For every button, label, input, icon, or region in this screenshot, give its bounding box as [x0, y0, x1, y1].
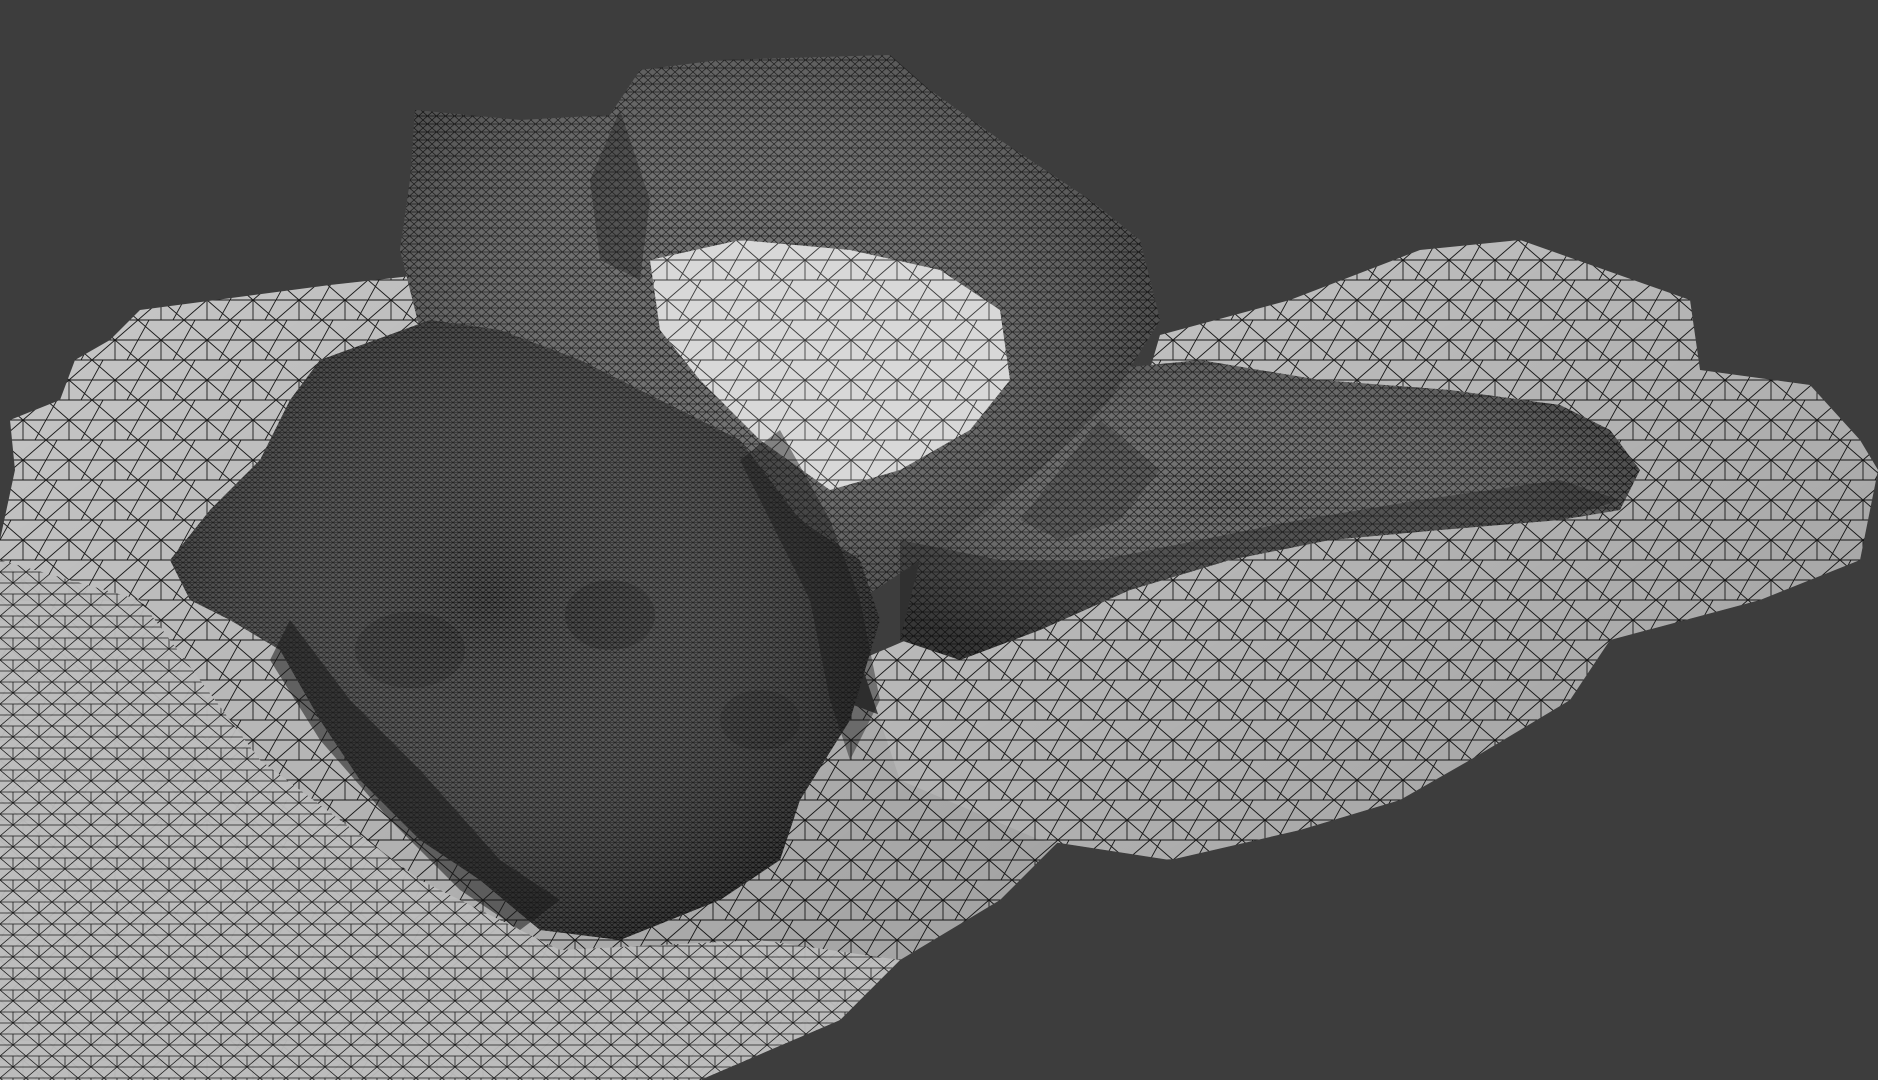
bump-left: [355, 612, 465, 688]
bump-right: [720, 690, 800, 750]
mesh-render: [0, 55, 1878, 1080]
bump-center: [565, 580, 655, 650]
3d-viewport[interactable]: [0, 0, 1878, 1080]
